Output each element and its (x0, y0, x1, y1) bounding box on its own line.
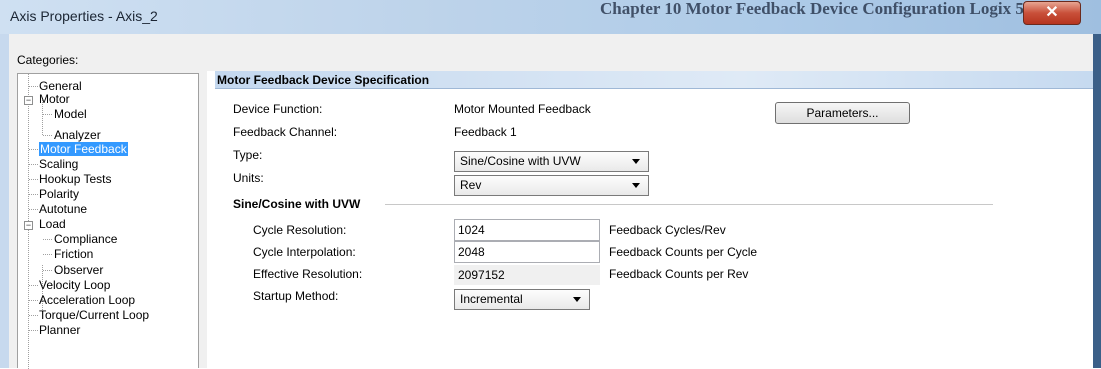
close-button[interactable]: ✕ (1023, 1, 1081, 25)
tree-item-label: Scaling (39, 157, 79, 171)
tree-line (43, 270, 52, 271)
startup-method-value: Incremental (460, 292, 523, 306)
cycle-resolution-label: Cycle Resolution: (253, 223, 347, 237)
tree-item-label: Polarity (39, 187, 80, 201)
tree-item-autotune[interactable]: Autotune (39, 202, 87, 216)
tree-line (29, 300, 38, 301)
tree-item-label: Hookup Tests (39, 172, 112, 186)
tree-item-observer[interactable]: Observer (54, 263, 103, 277)
tree-item-friction[interactable]: Friction (54, 247, 93, 261)
tree-item-label: Torque/Current Loop (39, 308, 150, 322)
cycle-resolution-input[interactable] (454, 219, 600, 241)
tree-item-label: Planner (39, 323, 81, 337)
startup-method-dropdown[interactable]: Incremental (454, 289, 590, 310)
units-dropdown[interactable]: Rev (454, 175, 649, 196)
tree-line (43, 254, 52, 255)
type-label: Type: (233, 148, 263, 162)
units-dropdown-value: Rev (460, 178, 482, 192)
tree-line (29, 164, 38, 165)
tree-item-polarity[interactable]: Polarity (39, 187, 79, 201)
tree-item-motor[interactable]: Motor (39, 92, 70, 106)
dialog-client-area: Categories: General − Motor Model Analyz… (9, 34, 1093, 369)
tree-item-label: Analyzer (54, 128, 101, 142)
tree-line (29, 209, 38, 210)
tree-item-label: Acceleration Loop (39, 293, 136, 307)
tree-line (29, 285, 38, 286)
effective-resolution-unit: Feedback Counts per Rev (609, 267, 749, 281)
tree-line (29, 86, 38, 87)
tree-item-acceleration-loop[interactable]: Acceleration Loop (39, 293, 135, 307)
tree-item-label: Motor Feedback (39, 142, 128, 156)
tree-item-label: Motor (39, 92, 70, 106)
tree-line (29, 149, 38, 150)
cycle-interpolation-label: Cycle Interpolation: (253, 245, 356, 259)
window-title: Axis Properties - Axis_2 (10, 8, 158, 24)
tree-item-analyzer[interactable]: Analyzer (54, 128, 101, 142)
tree-item-label: Observer (54, 263, 104, 277)
window-edge (1093, 34, 1101, 368)
tree-item-label: Compliance (54, 232, 118, 246)
cycle-interpolation-unit: Feedback Counts per Cycle (609, 245, 758, 259)
tree-line (29, 315, 38, 316)
tree-line (43, 239, 52, 240)
tree-item-label: Load (39, 217, 66, 231)
tree-item-velocity-loop[interactable]: Velocity Loop (39, 278, 110, 292)
tree-line (29, 330, 38, 331)
collapse-icon[interactable]: − (24, 221, 33, 230)
categories-tree[interactable]: General − Motor Model Analyzer Motor Fee… (17, 73, 199, 369)
categories-label: Categories: (17, 53, 79, 67)
group-divider (385, 204, 993, 205)
tree-item-label: Friction (54, 247, 94, 261)
units-label: Units: (233, 171, 264, 185)
tree-item-model[interactable]: Model (54, 107, 87, 121)
tree-item-general[interactable]: General (39, 79, 82, 93)
title-bar[interactable]: Axis Properties - Axis_2 Chapter 10 Moto… (0, 0, 1101, 34)
tree-item-hookup-tests[interactable]: Hookup Tests (39, 172, 112, 186)
tree-item-label: Velocity Loop (39, 278, 111, 292)
group-title: Sine/Cosine with UVW (233, 197, 361, 211)
effective-resolution-value: 2097152 (454, 265, 600, 285)
cycle-interpolation-input[interactable] (454, 241, 600, 263)
device-function-value: Motor Mounted Feedback (454, 102, 591, 116)
collapse-icon[interactable]: − (24, 96, 33, 105)
tree-item-label: Autotune (39, 202, 88, 216)
tree-item-planner[interactable]: Planner (39, 323, 80, 337)
type-dropdown-value: Sine/Cosine with UVW (460, 154, 581, 168)
tree-item-torque-current-loop[interactable]: Torque/Current Loop (39, 308, 149, 322)
tree-item-scaling[interactable]: Scaling (39, 157, 78, 171)
tree-item-label: Model (54, 107, 87, 121)
parameters-button[interactable]: Parameters... (775, 102, 910, 124)
tree-line (29, 194, 38, 195)
feedback-channel-label: Feedback Channel: (233, 125, 338, 139)
chevron-down-icon (632, 159, 640, 164)
feedback-channel-value: Feedback 1 (454, 125, 517, 139)
tree-item-load[interactable]: Load (39, 217, 66, 231)
tree-item-motor-feedback[interactable]: Motor Feedback (39, 142, 128, 156)
tree-line (29, 179, 38, 180)
type-dropdown[interactable]: Sine/Cosine with UVW (454, 151, 649, 172)
section-header: Motor Feedback Device Specification (215, 71, 1093, 89)
device-function-label: Device Function: (233, 102, 323, 116)
properties-panel: Motor Feedback Device Specification Devi… (207, 71, 1093, 368)
chevron-down-icon (632, 183, 640, 188)
background-document-text: Chapter 10 Motor Feedback Device Configu… (600, 0, 1080, 18)
startup-method-label: Startup Method: (253, 289, 339, 303)
tree-item-compliance[interactable]: Compliance (54, 232, 117, 246)
tree-line (43, 114, 52, 115)
effective-resolution-label: Effective Resolution: (253, 267, 363, 281)
tree-item-label: General (39, 79, 82, 93)
cycle-resolution-unit: Feedback Cycles/Rev (609, 223, 726, 237)
tree-line (43, 135, 52, 136)
chevron-down-icon (573, 297, 581, 302)
